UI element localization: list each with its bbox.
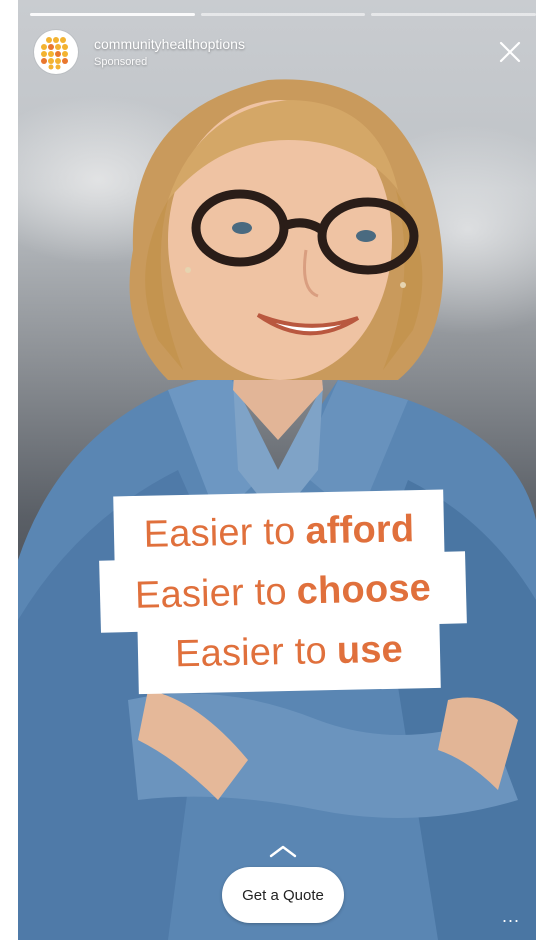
account-meta: communityhealthoptions Sponsored [94,36,245,68]
story-progress [30,13,536,16]
chevron-up-icon[interactable] [268,843,298,859]
story-header: communityhealthoptions Sponsored [34,28,522,76]
avatar[interactable] [34,30,78,74]
progress-segment [30,13,195,16]
story-card[interactable]: communityhealthoptions Sponsored Easier … [18,0,536,940]
get-a-quote-button[interactable]: Get a Quote [222,867,344,923]
more-options-icon[interactable]: ... [502,906,520,927]
dot-grid-logo-icon [41,37,68,70]
progress-segment [371,13,536,16]
close-icon[interactable] [498,40,522,64]
account-handle[interactable]: communityhealthoptions [94,36,245,52]
story-photo [18,79,536,940]
sponsored-label: Sponsored [94,56,148,68]
progress-segment [200,13,366,16]
